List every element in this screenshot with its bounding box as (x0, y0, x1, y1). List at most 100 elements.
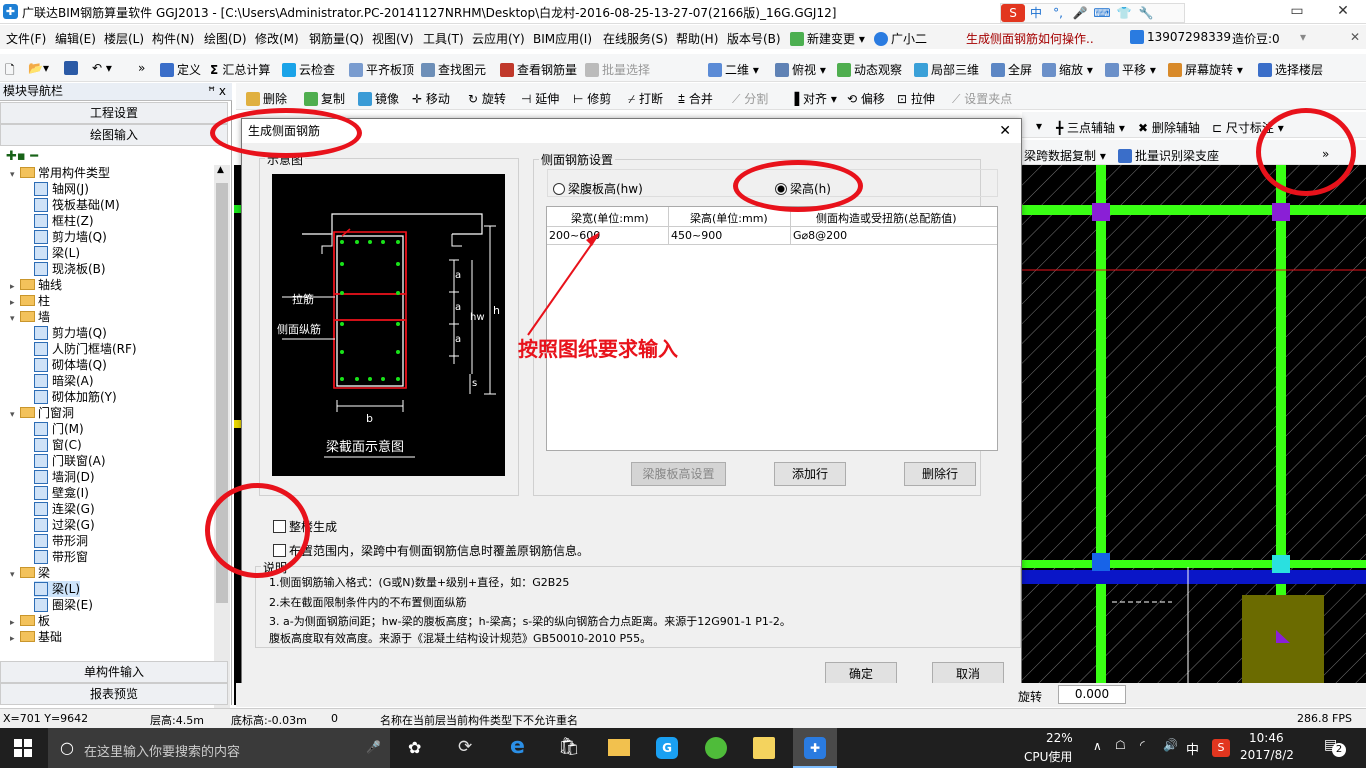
tree-item[interactable]: 窗(C) (34, 437, 82, 453)
offset-button[interactable]: ⟲ 偏移 (847, 90, 885, 107)
tree-item[interactable]: 暗梁(A) (34, 373, 94, 389)
tree-item[interactable]: 剪力墙(Q) (34, 325, 107, 341)
radio-unchecked-icon[interactable] (553, 183, 565, 195)
define-button[interactable]: 定义 (160, 61, 201, 78)
mic-icon[interactable]: 🎤 (366, 740, 381, 754)
menu-cloud[interactable]: 云应用(Y) (472, 30, 525, 47)
overflow-icon[interactable]: » (138, 61, 145, 75)
add-row-button[interactable]: 添加行 (774, 462, 846, 486)
task-view-icon[interactable]: ✿ (408, 738, 421, 757)
delete-row-button[interactable]: 删除行 (904, 462, 976, 486)
minimize-button[interactable]: ▭ (1274, 0, 1320, 24)
menu-draw[interactable]: 绘图(D) (204, 30, 247, 47)
summary-button[interactable]: Σ 汇总计算 (210, 61, 270, 78)
menu-file[interactable]: 文件(F) (6, 30, 46, 47)
menu-floor[interactable]: 楼层(L) (104, 30, 144, 47)
tree-scrollbar[interactable]: ▲▼ (214, 165, 230, 740)
local-3d-button[interactable]: 局部三维 (914, 61, 979, 78)
menu-help[interactable]: 帮助(H) (676, 30, 718, 47)
language-indicator[interactable]: 中 (1186, 739, 1199, 758)
taskbar-search[interactable]: ○ 在这里输入你要搜索的内容 🎤 (48, 728, 390, 768)
align-button[interactable]: ▐ 对齐 ▾ (790, 90, 837, 107)
wifi-icon[interactable]: ◜ (1140, 738, 1145, 752)
rotate-screen-dropdown[interactable]: 屏幕旋转 ▾ (1168, 61, 1243, 78)
project-settings-button[interactable]: 工程设置 (0, 102, 228, 124)
trim-button[interactable]: ⊢ 修剪 (573, 90, 611, 107)
stretch-button[interactable]: ⊡ 拉伸 (897, 90, 935, 107)
tree-item[interactable]: 圈梁(E) (34, 597, 93, 613)
zoom-dropdown[interactable]: 缩放 ▾ (1042, 61, 1093, 78)
batch-select-button[interactable]: 批量选择 (585, 61, 650, 78)
fullscreen-button[interactable]: 全屏 (991, 61, 1032, 78)
table-row[interactable]: 200~600 450~900 G⌀8@200 (547, 227, 997, 245)
single-input-button[interactable]: 单构件输入 (0, 661, 228, 683)
tree-item[interactable]: 梁(L) (34, 245, 80, 261)
tree-item[interactable]: 人防门框墙(RF) (34, 341, 137, 357)
slab-edge[interactable] (1022, 570, 1366, 584)
undo-icon[interactable]: ↶ ▾ (92, 61, 112, 75)
browser-icon[interactable]: ⟳ (458, 737, 472, 757)
ime-item[interactable]: 中 (1025, 4, 1047, 22)
find-element-button[interactable]: 查找图元 (421, 61, 486, 78)
save-icon[interactable] (64, 61, 81, 75)
cloud-check-button[interactable]: 云检查 (282, 61, 335, 78)
web-height-settings-button[interactable]: 梁腹板高设置 (631, 462, 726, 486)
tree-item[interactable]: 带形洞 (34, 533, 88, 549)
tree-item[interactable]: 砌体墙(Q) (34, 357, 107, 373)
menu-new-change[interactable]: 新建变更 ▾ (790, 30, 865, 47)
rotate-input[interactable]: 0.000 (1058, 685, 1126, 704)
beam[interactable] (1096, 165, 1106, 705)
sogou-tray-icon[interactable]: S (1212, 739, 1230, 757)
tree-item[interactable]: 现浇板(B) (34, 261, 106, 277)
tree-item[interactable]: 梁(L) (34, 581, 81, 597)
tree-item[interactable]: 框柱(Z) (34, 213, 94, 229)
menu-rebar[interactable]: 钢筋量(Q) (309, 30, 364, 47)
merge-button[interactable]: ⩲ 合并 (678, 90, 713, 107)
menu-tools[interactable]: 工具(T) (423, 30, 464, 47)
close-doc-icon[interactable]: ✕ (1350, 30, 1360, 44)
ime-toolbar[interactable]: S 中 °, 🎤 ⌨ 👕 🔧 (1000, 3, 1185, 23)
green-app-icon[interactable] (705, 737, 727, 759)
drawing-input-button[interactable]: 绘图输入 (0, 124, 228, 146)
tree-item[interactable]: ▾ 门窗洞 (10, 405, 74, 421)
break-button[interactable]: ⌿ 打断 (628, 90, 663, 107)
notes-app-icon[interactable] (753, 737, 775, 759)
drawing-canvas[interactable] (1022, 165, 1366, 705)
menu-edit[interactable]: 编辑(E) (55, 30, 96, 47)
tree-item[interactable]: 门(M) (34, 421, 84, 437)
skin-icon[interactable]: 👕 (1113, 4, 1135, 22)
tree-item[interactable]: ▸ 基础 (10, 629, 62, 645)
expand-toggle-icon[interactable]: ▾ (10, 407, 20, 423)
toolbar-dropdown[interactable]: ▾ (1036, 119, 1042, 133)
network-icon[interactable]: ☖ (1115, 738, 1126, 752)
column[interactable] (1272, 203, 1290, 221)
beam-span-copy-button[interactable]: 梁跨数据复制 ▾ (1024, 147, 1106, 164)
report-preview-button[interactable]: 报表预览 (0, 683, 228, 705)
pin-icon[interactable]: ꟸ x (208, 83, 226, 100)
new-icon[interactable]: 🗋 (5, 61, 15, 82)
menu-component[interactable]: 构件(N) (152, 30, 194, 47)
radio-web-height[interactable]: 梁腹板高(hw) (553, 180, 643, 197)
copy-button[interactable]: 复制 (304, 90, 345, 107)
active-app-tab[interactable]: ✚ (793, 728, 837, 768)
expand-toggle-icon[interactable]: ▾ (10, 167, 20, 183)
pan-dropdown[interactable]: 平移 ▾ (1105, 61, 1156, 78)
split-button[interactable]: ⟋ 分割 (732, 90, 768, 107)
tools-icon[interactable]: 🔧 (1135, 4, 1157, 22)
user-account[interactable]: 13907298339 (1130, 30, 1231, 44)
tree-item[interactable]: ▾ 常用构件类型 (10, 165, 110, 181)
mic-icon[interactable]: 🎤 (1069, 4, 1091, 22)
menu-bim[interactable]: BIM应用(I) (533, 30, 592, 47)
cover-existing-checkbox[interactable]: 布置范围内，梁跨中有侧面钢筋信息时覆盖原钢筋信息。 (273, 542, 589, 559)
scroll-up-icon[interactable]: ▲ (217, 165, 224, 175)
tree-item[interactable]: 剪力墙(Q) (34, 229, 107, 245)
help-query[interactable]: 生成侧面钢筋如何操作.. (966, 30, 1094, 47)
orbit-button[interactable]: 动态观察 (837, 61, 902, 78)
tree-item[interactable]: 壁龛(I) (34, 485, 89, 501)
batch-support-button[interactable]: 批量识别梁支座 (1118, 147, 1219, 164)
column[interactable] (1272, 555, 1290, 573)
menu-guangxiaoer[interactable]: 广小二 (874, 30, 927, 47)
mirror-button[interactable]: 镜像 (358, 90, 399, 107)
view-rebar-button[interactable]: 查看钢筋量 (500, 61, 577, 78)
extend-button[interactable]: ⊣ 延伸 (521, 90, 559, 107)
